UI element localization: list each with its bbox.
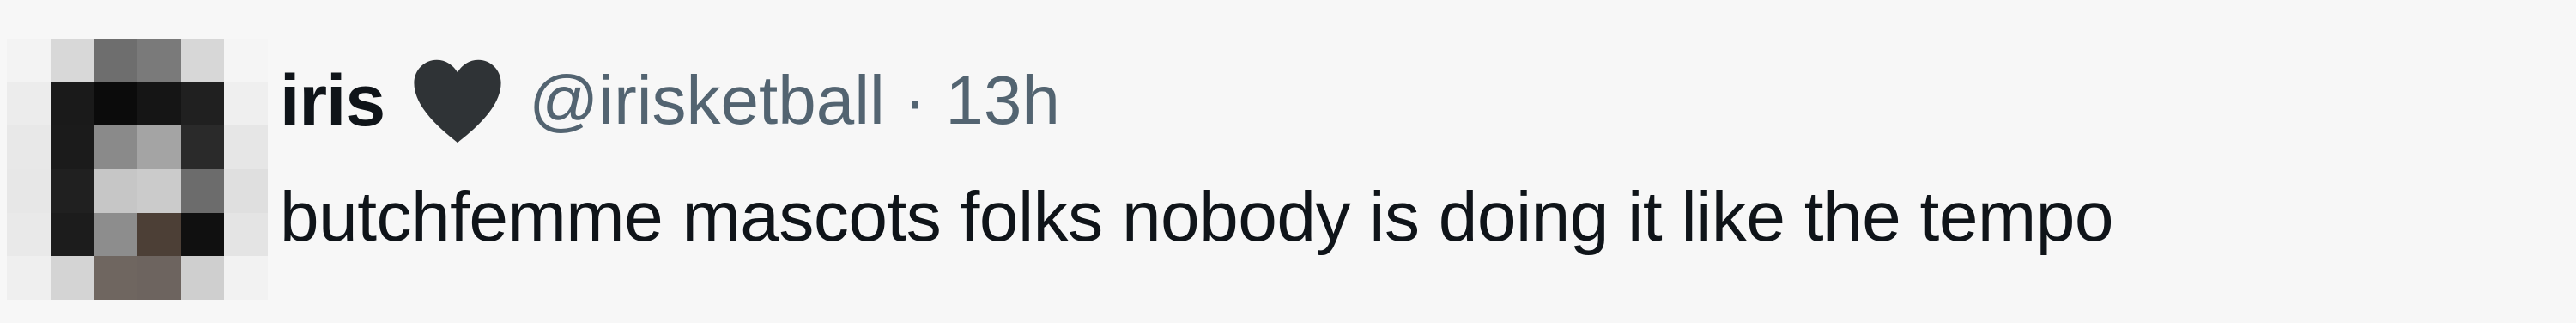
- separator-dot: ·: [903, 62, 927, 138]
- tweet-header: iris @irisketball · 13h: [280, 53, 1060, 148]
- tweet-timestamp[interactable]: 13h: [945, 61, 1059, 140]
- tweet-text: butchfemme mascots folks nobody is doing…: [280, 178, 2113, 256]
- avatar[interactable]: [7, 39, 268, 300]
- display-name[interactable]: iris: [280, 59, 385, 143]
- black-heart-icon: [407, 55, 508, 146]
- tweet[interactable]: iris @irisketball · 13h butchfemme masco…: [0, 0, 2576, 323]
- user-handle[interactable]: @irisketball: [529, 61, 885, 140]
